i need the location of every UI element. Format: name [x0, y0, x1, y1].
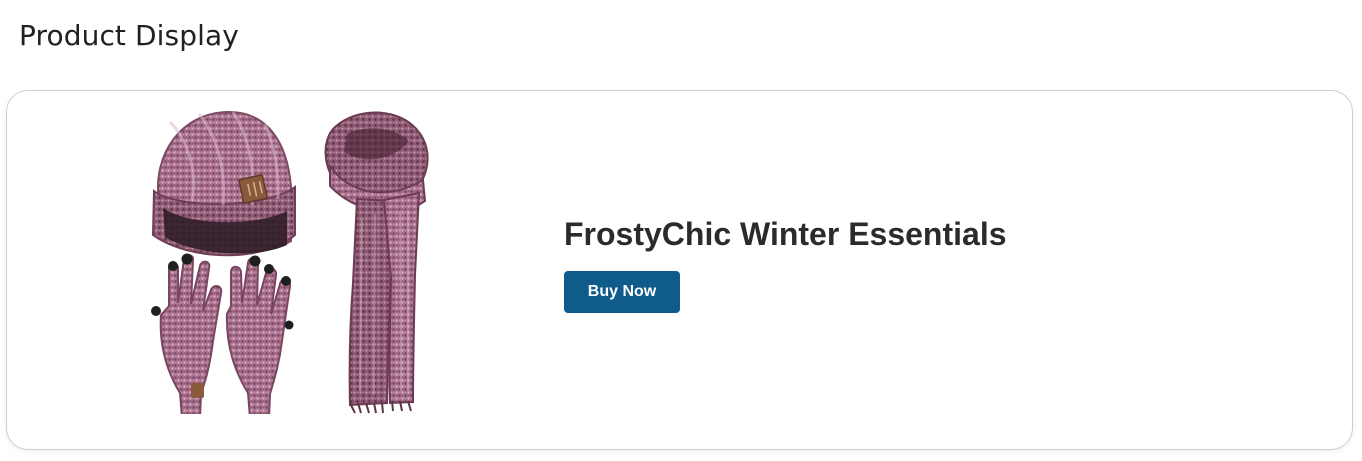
product-card: FrostyChic Winter Essentials Buy Now	[6, 90, 1353, 450]
buy-now-button[interactable]: Buy Now	[564, 271, 680, 313]
product-image	[137, 109, 447, 420]
hat-icon	[151, 110, 296, 257]
gloves-icon	[151, 253, 294, 420]
product-title: FrostyChic Winter Essentials	[564, 216, 1007, 252]
product-info: FrostyChic Winter Essentials Buy Now	[564, 215, 1007, 313]
winter-set-illustration	[151, 110, 429, 420]
scarf-icon	[324, 111, 429, 414]
page-title: Product Display	[19, 19, 239, 52]
